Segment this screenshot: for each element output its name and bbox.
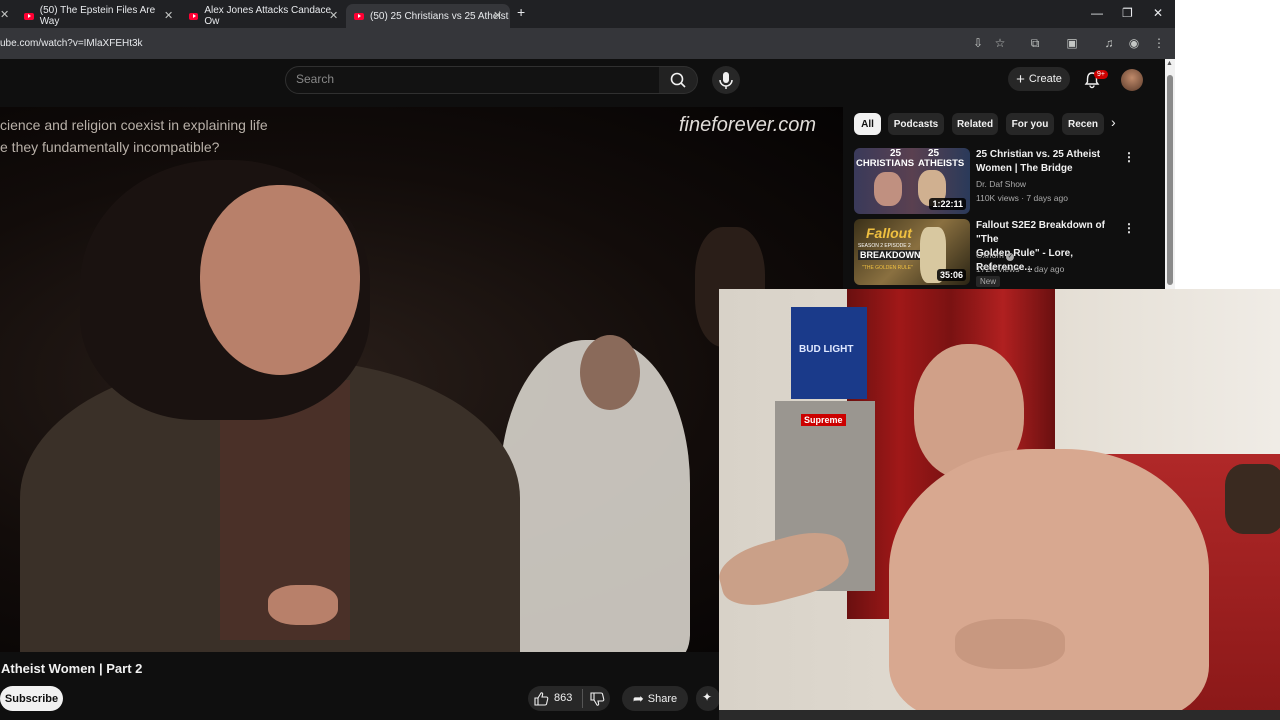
- thumb-text: CHRISTIANS: [856, 158, 915, 169]
- speaker-face: [200, 185, 360, 375]
- new-badge: New: [976, 276, 1001, 287]
- chevron-right-icon[interactable]: ›: [1111, 114, 1116, 130]
- channel-name[interactable]: Dr. Daf Show: [976, 179, 1026, 189]
- close-icon[interactable]: ✕: [164, 9, 173, 22]
- close-icon[interactable]: ✕: [493, 9, 502, 22]
- tab-alex-jones[interactable]: Alex Jones Attacks Candace Ow ✕: [189, 4, 339, 28]
- thumbs-down-icon[interactable]: [590, 692, 605, 707]
- tab-christians-vs-atheists[interactable]: (50) 25 Christians vs 25 Atheist ✕: [346, 4, 510, 28]
- scrollbar-thumb[interactable]: [1167, 75, 1173, 285]
- share-arrow-icon: ➦: [632, 690, 644, 706]
- channel-name-text: Oxhorn: [976, 250, 1004, 260]
- tab-title: Alex Jones Attacks Candace Ow: [204, 5, 332, 27]
- notification-count-badge: 9+: [1094, 70, 1108, 79]
- thumbs-up-icon[interactable]: [534, 691, 549, 706]
- thumb-text: BREAKDOWN: [858, 250, 923, 260]
- create-label: Create: [1028, 73, 1062, 85]
- related-title-line: Women | The Bridge: [976, 163, 1073, 174]
- search-placeholder: Search: [296, 72, 335, 86]
- more-options-icon[interactable]: ⋮: [1123, 150, 1135, 164]
- chip-for-you[interactable]: For you: [1006, 113, 1054, 135]
- sparkle-icon: ✦: [702, 690, 713, 704]
- thumb-text: ATHEISTS: [918, 158, 965, 169]
- ask-ai-button[interactable]: ✦: [696, 686, 720, 711]
- pillow: [1225, 464, 1280, 534]
- streamer-torso: [889, 449, 1209, 720]
- share-label: Share: [647, 692, 678, 705]
- supreme-sticker: Supreme: [801, 414, 846, 426]
- video-meta: 172K views · 1 day ago: [976, 264, 1065, 274]
- chip-podcasts[interactable]: Podcasts: [888, 113, 944, 135]
- more-options-icon[interactable]: ⋮: [1123, 221, 1135, 235]
- share-button[interactable]: ➦ Share: [622, 686, 688, 711]
- box-label: BUD LIGHT: [799, 344, 854, 355]
- speaker-hand: [268, 585, 338, 625]
- related-thumbnail[interactable]: Fallout SEASON 2 EPISODE 2 BREAKDOWN "TH…: [854, 219, 970, 285]
- search-icon: [670, 72, 686, 88]
- video-watermark: fineforever.com: [679, 114, 817, 136]
- tab-title: (50) 25 Christians vs 25 Atheist: [370, 10, 509, 22]
- streamer-hand: [955, 619, 1065, 669]
- media-control-icon[interactable]: ♫: [1102, 36, 1116, 50]
- plus-icon: +: [1016, 70, 1025, 88]
- sidepanel-icon[interactable]: ▣: [1065, 36, 1079, 50]
- divider: [582, 689, 583, 708]
- video-title: Atheist Women | Part 2: [1, 661, 143, 676]
- thumb-text: Fallout: [866, 225, 912, 241]
- video-player[interactable]: [0, 107, 843, 652]
- tab-title: (50) The Epstein Files Are Way: [39, 5, 156, 27]
- related-title-line: 25 Christian vs. 25 Atheist: [976, 149, 1101, 160]
- chip-recent[interactable]: Recen: [1062, 113, 1104, 135]
- desk-edge: [719, 710, 1280, 720]
- youtube-favicon-icon: [24, 12, 34, 20]
- verified-check-icon: ✓: [1006, 253, 1015, 261]
- new-tab-plus-icon[interactable]: +: [517, 4, 525, 20]
- browser-menu-icon[interactable]: ⋮: [1152, 36, 1166, 50]
- background-person-head: [580, 335, 640, 410]
- search-button[interactable]: [659, 66, 698, 94]
- thumb-text: "THE GOLDEN RULE": [862, 265, 913, 271]
- microphone-icon: [719, 72, 733, 89]
- url-field[interactable]: ube.com/watch?v=IMlaXFEHt3k: [0, 38, 143, 49]
- channel-name[interactable]: Oxhorn ✓: [976, 250, 1015, 261]
- video-meta: 110K views · 7 days ago: [976, 193, 1068, 203]
- thumb-person: [874, 172, 902, 206]
- youtube-favicon-icon: [189, 12, 199, 20]
- user-avatar[interactable]: [1121, 69, 1143, 91]
- bookmark-star-icon[interactable]: ☆: [993, 36, 1007, 50]
- profile-icon[interactable]: ◉: [1127, 36, 1141, 50]
- scroll-up-arrow-icon[interactable]: ▲: [1166, 60, 1173, 67]
- webcam-overlay: Supreme BUD LIGHT: [719, 289, 1280, 720]
- window-close-icon[interactable]: ✕: [1153, 6, 1163, 20]
- related-title[interactable]: 25 Christian vs. 25 Atheist Women | The …: [976, 148, 1121, 176]
- chip-related[interactable]: Related: [952, 113, 998, 135]
- voice-search-button[interactable]: [712, 66, 740, 94]
- video-caption-line1: cience and religion coexist in explainin…: [0, 117, 268, 133]
- minimize-icon[interactable]: —: [1091, 6, 1103, 20]
- desktop-background: [1175, 0, 1280, 290]
- create-button[interactable]: + Create: [1008, 67, 1070, 91]
- video-caption-line2: e they fundamentally incompatible?: [0, 139, 220, 155]
- like-count[interactable]: 863: [554, 692, 572, 704]
- thumb-text: SEASON 2 EPISODE 2: [858, 243, 911, 249]
- close-icon[interactable]: ✕: [329, 9, 338, 22]
- like-dislike-group: 863: [528, 686, 610, 711]
- browser-tab-bar: ✕ (50) The Epstein Files Are Way ✕ Alex …: [0, 0, 1175, 28]
- youtube-favicon-icon: [354, 12, 364, 20]
- tab-epstein[interactable]: (50) The Epstein Files Are Way ✕: [24, 4, 174, 28]
- video-duration: 35:06: [936, 269, 966, 281]
- install-app-icon[interactable]: ⇩: [971, 36, 985, 50]
- maximize-icon[interactable]: ❐: [1122, 6, 1133, 20]
- related-thumbnail[interactable]: 25 25 CHRISTIANS ATHEISTS 1:22:11: [854, 148, 970, 214]
- subscribe-button[interactable]: Subscribe: [0, 686, 63, 711]
- related-title-line: Fallout S2E2 Breakdown of "The: [976, 220, 1105, 245]
- chip-all[interactable]: All: [854, 113, 881, 135]
- search-input[interactable]: [285, 66, 661, 94]
- video-duration: 1:22:11: [929, 198, 966, 210]
- extensions-icon[interactable]: ⧉: [1028, 36, 1042, 50]
